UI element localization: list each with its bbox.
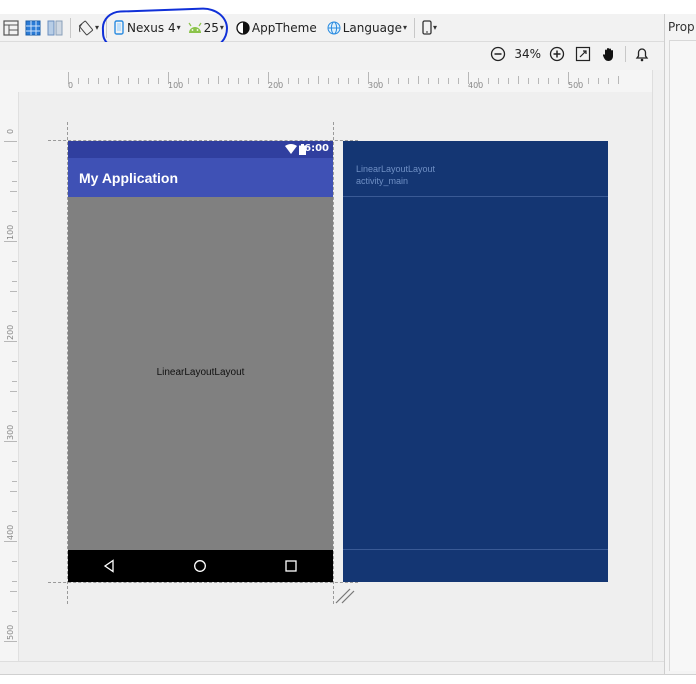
toolbar-separator (413, 17, 415, 38)
ruler-label: 400 (6, 524, 15, 540)
device-bounds-guide (333, 122, 334, 604)
blueprint-layout-label: LinearLayoutLayout (356, 164, 436, 174)
theme-label: AppTheme (251, 20, 317, 35)
language-label: Language (342, 20, 402, 35)
ruler-label: 0 (6, 128, 15, 134)
toolbar-separator (106, 17, 108, 38)
linear-layout-label: LinearLayoutLayout (156, 367, 245, 378)
orientation-button[interactable]: ▾ (75, 17, 102, 39)
device-bounds-guide (48, 582, 358, 583)
toolbar-separator (625, 46, 626, 62)
ruler-label: 200 (6, 324, 15, 340)
blueprint-appbar-divider (343, 196, 608, 197)
theme-icon (236, 20, 250, 35)
back-icon (103, 559, 114, 573)
layout-variants-button[interactable]: ▾ (419, 17, 440, 39)
properties-panel-title: Prop (668, 20, 695, 34)
ruler-label: 100 (6, 224, 15, 240)
window-top-strip (0, 0, 696, 15)
chevron-down-icon: ▾ (402, 23, 407, 32)
device-selector[interactable]: Nexus 4 ▾ (111, 17, 184, 39)
bell-icon[interactable] (632, 44, 652, 64)
phone-outline-icon (422, 20, 432, 35)
language-selector[interactable]: Language ▾ (324, 17, 410, 39)
ruler-label: 300 (6, 424, 15, 440)
zoom-to-fit-icon[interactable] (573, 44, 593, 64)
chevron-down-icon: ▾ (219, 23, 224, 32)
device-preview[interactable]: 6:00 My Application LinearLayoutLayout (68, 141, 333, 582)
zoom-in-icon[interactable] (547, 44, 567, 64)
ruler-label: 400 (468, 81, 484, 90)
design-view-icon[interactable] (0, 17, 22, 39)
chevron-down-icon: ▾ (176, 23, 181, 32)
wifi-icon (285, 144, 297, 154)
navigation-bar (68, 550, 333, 582)
android-icon (188, 22, 202, 33)
horizontal-scrollbar[interactable] (0, 661, 664, 675)
properties-panel-body (669, 40, 696, 671)
ruler-label: 100 (168, 81, 184, 90)
api-label: 25 (203, 20, 219, 35)
globe-icon (327, 21, 341, 34)
chevron-down-icon: ▾ (432, 23, 437, 32)
api-level-selector[interactable]: 25 ▾ (184, 17, 227, 39)
ruler-label: 200 (268, 81, 284, 90)
theme-selector[interactable]: AppTheme (233, 17, 320, 39)
status-time: 6:00 (304, 143, 329, 154)
properties-panel: Prop (664, 14, 696, 674)
zoom-out-icon[interactable] (488, 44, 508, 64)
zoom-level: 34% (514, 47, 541, 61)
app-title: My Application (79, 170, 179, 186)
layout-editor-toolbar: ▾ Nexus 4 ▾ 25 ▾ AppTheme Language ▾ ▾ (0, 14, 664, 42)
ruler-label: 500 (6, 624, 15, 640)
chevron-down-icon: ▾ (95, 23, 100, 32)
recents-icon (285, 560, 297, 572)
design-blueprint-split-icon[interactable] (44, 17, 66, 39)
zoom-toolbar: 34% (0, 42, 664, 68)
home-icon (194, 560, 206, 572)
phone-icon (114, 20, 124, 35)
blueprint-file-label: activity_main (356, 176, 409, 186)
horizontal-ruler: 0 100 200 300 400 500 (0, 70, 652, 93)
blueprint-preview[interactable]: LinearLayoutLayout activity_main (343, 141, 608, 582)
ruler-label: 500 (568, 81, 584, 90)
ruler-label: 0 (68, 81, 74, 90)
ruler-label: 300 (368, 81, 384, 90)
blueprint-navbar-divider (343, 549, 608, 550)
device-label: Nexus 4 (127, 20, 176, 35)
app-bar: My Application (68, 158, 333, 197)
vertical-ruler: 0 100 200 300 400 500 (0, 92, 19, 664)
pan-hand-icon[interactable] (599, 44, 619, 64)
toolbar-separator (70, 17, 71, 38)
status-bar: 6:00 (68, 141, 333, 158)
blueprint-view-icon[interactable] (22, 17, 44, 39)
resize-handle-icon[interactable] (334, 587, 356, 605)
